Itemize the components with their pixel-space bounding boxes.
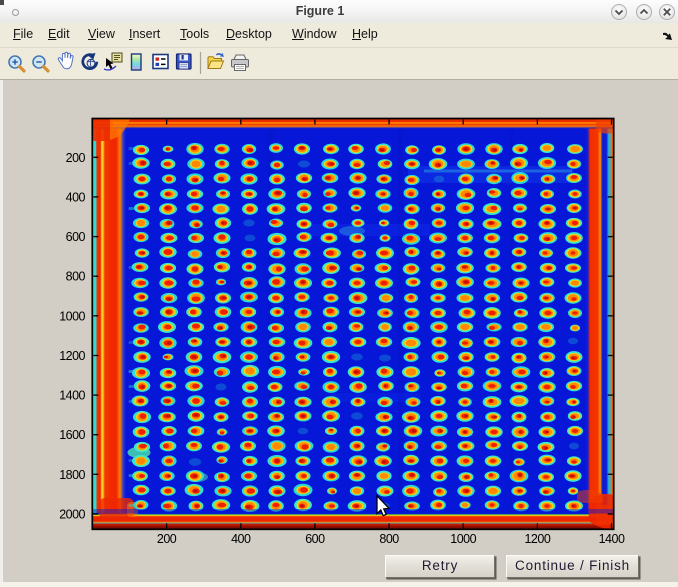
svg-text:800: 800: [379, 532, 399, 546]
svg-text:1600: 1600: [59, 428, 85, 442]
svg-text:800: 800: [66, 270, 86, 284]
svg-text:1400: 1400: [599, 532, 625, 546]
svg-text:1800: 1800: [59, 468, 85, 482]
svg-text:2000: 2000: [59, 508, 85, 522]
svg-text:400: 400: [231, 532, 251, 546]
svg-text:600: 600: [305, 532, 325, 546]
svg-text:1200: 1200: [524, 532, 550, 546]
svg-text:1000: 1000: [450, 532, 476, 546]
svg-text:600: 600: [66, 230, 86, 244]
svg-text:1200: 1200: [59, 349, 85, 363]
svg-text:1000: 1000: [59, 309, 85, 323]
svg-text:400: 400: [66, 190, 86, 204]
svg-text:200: 200: [157, 532, 177, 546]
svg-text:1400: 1400: [59, 389, 85, 403]
svg-text:200: 200: [66, 151, 86, 165]
